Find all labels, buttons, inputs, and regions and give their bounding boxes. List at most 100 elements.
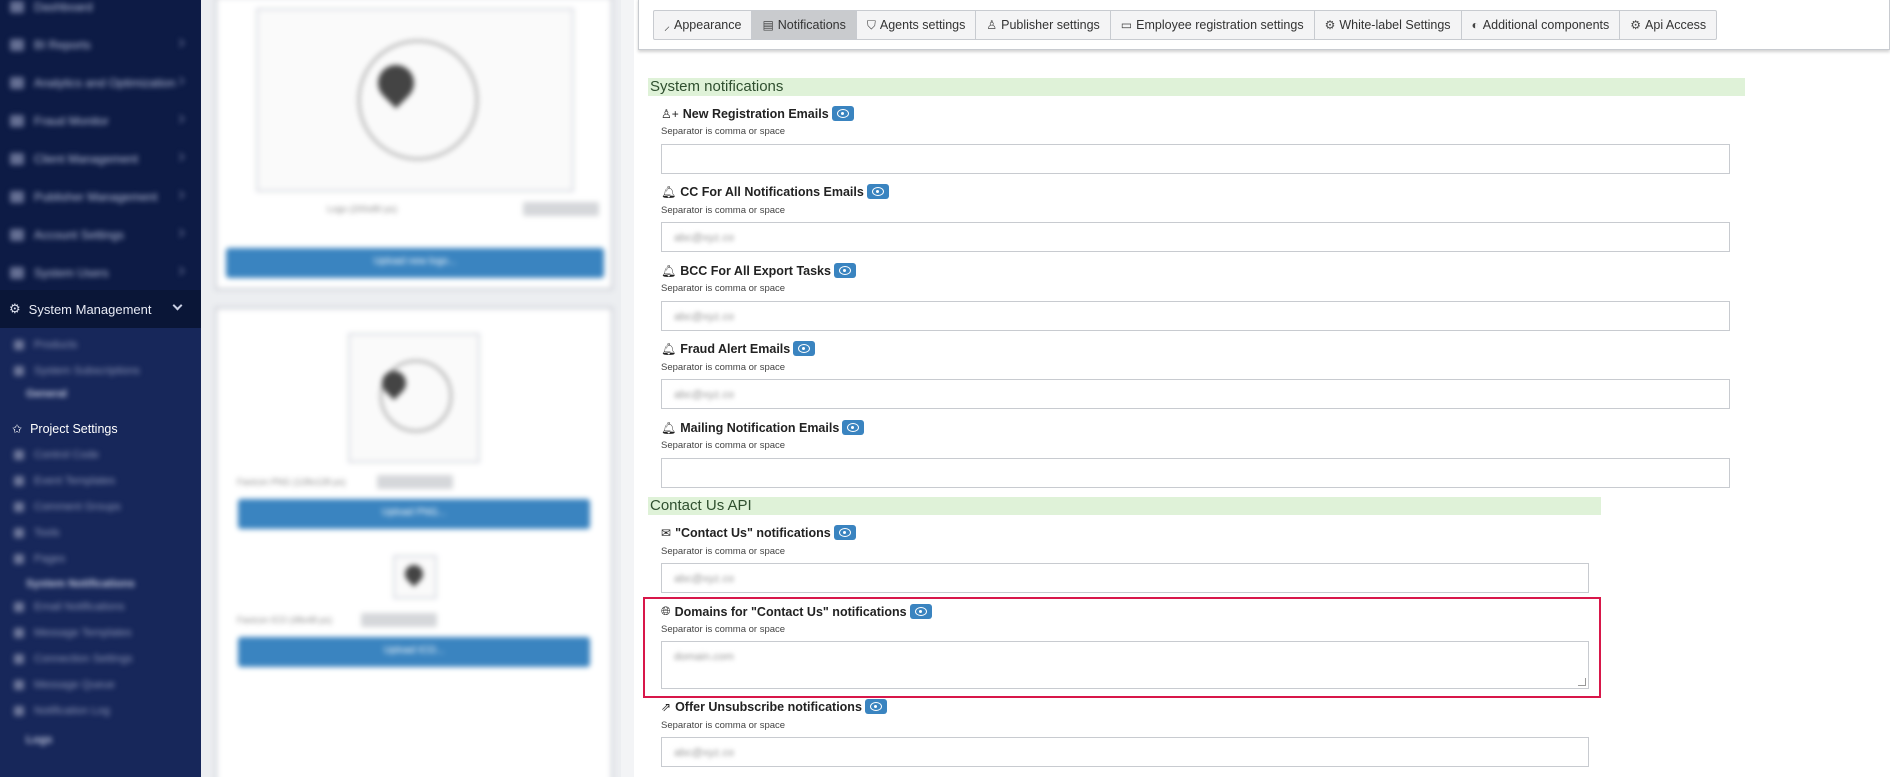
tab-white-label-settings[interactable]: ⚙ White-label Settings xyxy=(1315,11,1462,39)
reset-default-button[interactable] xyxy=(377,475,453,489)
publisher-icon xyxy=(10,191,24,203)
submenu-group-title: System Notifications xyxy=(26,578,135,590)
queue-icon xyxy=(14,680,24,690)
submenu-item[interactable]: Comment Groups xyxy=(0,494,201,520)
field-label-new-registration: ♙+ New Registration Emails xyxy=(661,106,854,121)
submenu-item[interactable]: System Subscriptions xyxy=(0,358,201,384)
mailing-notification-emails-input[interactable] xyxy=(661,458,1730,488)
connection-icon xyxy=(14,654,24,664)
submenu-item[interactable]: Event Templates xyxy=(0,468,201,494)
account-icon xyxy=(10,229,24,241)
tab-label: Notifications xyxy=(777,18,846,32)
contact-us-notifications-input[interactable]: abc@xyz.co xyxy=(661,563,1589,593)
eye-icon[interactable] xyxy=(866,184,889,199)
field-label-cc-all: 🔔︎ CC For All Notifications Emails xyxy=(661,184,889,199)
brush-icon: ⸝ xyxy=(664,18,671,33)
input-value: abc@xyz.co xyxy=(674,747,735,759)
fraud-alert-emails-input[interactable]: abc@xyz.co xyxy=(661,379,1730,409)
upload-logo-button[interactable]: Upload new logo... xyxy=(226,248,604,278)
sidebar-item-account-settings[interactable]: Account Settings xyxy=(0,216,201,254)
submenu-item[interactable]: Control Code xyxy=(0,442,201,468)
submenu-label: Event Templates xyxy=(34,475,116,487)
label-text: "Contact Us" notifications xyxy=(675,525,831,540)
bcc-export-tasks-input[interactable]: abc@xyz.co xyxy=(661,301,1730,331)
submenu-item[interactable]: Products xyxy=(0,332,201,358)
cc-all-notifications-input[interactable]: abc@xyz.co xyxy=(661,222,1730,252)
field-label-contact-us: ✉ "Contact Us" notifications xyxy=(661,525,856,540)
tab-bar: ⸝ Appearance ▤ Notifications ⛉ Agents setti… xyxy=(653,10,1718,40)
sidebar-item-project-settings[interactable]: ✩ Project Settings xyxy=(0,416,201,442)
chevron-icon xyxy=(175,38,185,48)
offer-unsubscribe-input[interactable]: abc@xyz.co xyxy=(661,737,1589,767)
comment-icon xyxy=(14,502,24,512)
chevron-icon xyxy=(175,76,185,86)
logo-preview xyxy=(256,8,574,192)
eye-icon[interactable] xyxy=(833,263,856,278)
tab-agents-settings[interactable]: ⛉ Agents settings xyxy=(857,11,977,39)
tab-notifications[interactable]: ▤ Notifications xyxy=(752,11,857,39)
submenu-item[interactable]: Message Templates xyxy=(0,620,201,646)
eye-icon[interactable] xyxy=(831,106,854,121)
upload-ico-button[interactable]: Upload ICO... xyxy=(238,637,590,667)
section-title-system-notifications: System notifications xyxy=(648,78,1745,96)
id-card-icon: ▭ xyxy=(1120,18,1133,32)
eye-icon[interactable] xyxy=(833,525,856,540)
tab-appearance[interactable]: ⸝ Appearance xyxy=(654,11,753,39)
tab-label: Api Access xyxy=(1645,18,1707,32)
favicon-ico-preview xyxy=(393,555,437,599)
label-text: New Registration Emails xyxy=(682,106,829,121)
sidebar-item-client-management[interactable]: Client Management xyxy=(0,140,201,178)
chart-icon xyxy=(10,39,24,51)
tab-label: Publisher settings xyxy=(1001,18,1100,32)
sidebar-item-system-users[interactable]: System Users xyxy=(0,254,201,292)
submenu-item[interactable]: Notification Log xyxy=(0,698,201,724)
new-registration-emails-input[interactable] xyxy=(661,144,1730,174)
sidebar-item-system-management[interactable]: ⚙ System Management xyxy=(0,290,201,328)
sidebar-item-label: Account Settings xyxy=(34,228,125,242)
submenu-item[interactable]: Tools xyxy=(0,520,201,546)
input-value: abc@xyz.co xyxy=(674,573,735,585)
sidebar-item-publisher-management[interactable]: Publisher Management xyxy=(0,178,201,216)
star-settings-icon: ✩ xyxy=(12,422,23,436)
logo-card: Logo (200x80 px) Upload new logo... xyxy=(215,0,613,290)
input-value: abc@xyz.co xyxy=(674,311,735,323)
reset-default-button[interactable] xyxy=(361,613,437,627)
submenu-item[interactable]: Connection Settings xyxy=(0,646,201,672)
sidebar-item-fraud-monitor[interactable]: Fraud Monitor xyxy=(0,102,201,140)
bell-icon: 🔔︎ xyxy=(661,341,677,356)
eye-icon[interactable] xyxy=(842,420,865,435)
sidebar-item-analytics[interactable]: Analytics and Optimization xyxy=(0,64,201,102)
message-icon xyxy=(14,628,24,638)
subscription-icon xyxy=(14,366,24,376)
tab-label: Agents settings xyxy=(879,18,966,32)
field-label-mailing: 🔔︎ Mailing Notification Emails xyxy=(661,420,865,435)
sidebar-item-bi-reports[interactable]: BI Reports xyxy=(0,26,201,64)
sidebar-item-dashboard[interactable]: Dashboard xyxy=(0,0,201,26)
eye-icon[interactable] xyxy=(793,341,816,356)
favicon-png-preview xyxy=(348,333,480,463)
tab-api-access[interactable]: ⚙ Api Access xyxy=(1620,11,1716,39)
chevron-icon xyxy=(175,190,185,200)
reset-default-button[interactable] xyxy=(523,202,599,216)
eye-icon[interactable] xyxy=(864,699,887,714)
submenu-item[interactable]: Message Queue xyxy=(0,672,201,698)
upload-png-button[interactable]: Upload PNG... xyxy=(238,499,590,529)
bell-icon: 🔔︎ xyxy=(661,263,677,278)
input-value: abc@xyz.co xyxy=(674,389,735,401)
section-title-contact-us-api: Contact Us API xyxy=(648,497,1601,515)
field-label-fraud-alert: 🔔︎ Fraud Alert Emails xyxy=(661,341,816,356)
submenu-item[interactable]: Email Notifications xyxy=(0,594,201,620)
field-label-bcc-export: 🔔︎ BCC For All Export Tasks xyxy=(661,263,856,278)
submenu-label: Products xyxy=(34,339,78,351)
tab-employee-registration-settings[interactable]: ▭ Employee registration settings xyxy=(1111,11,1315,39)
toggle-icon: ◐ xyxy=(1471,18,1479,32)
help-text: Separator is comma or space xyxy=(661,283,786,294)
note-icon: ▤ xyxy=(762,18,774,32)
tab-label: Employee registration settings xyxy=(1136,18,1304,32)
box-icon xyxy=(14,340,24,350)
sidebar-item-label: Project Settings xyxy=(30,422,118,436)
tab-additional-components[interactable]: ◐ Additional components xyxy=(1462,11,1621,39)
settings-panel: ⸝ Appearance ▤ Notifications ⛉ Agents setti… xyxy=(634,0,1890,777)
submenu-item[interactable]: Pages xyxy=(0,546,201,572)
tab-publisher-settings[interactable]: ♙ Publisher settings xyxy=(976,11,1111,39)
